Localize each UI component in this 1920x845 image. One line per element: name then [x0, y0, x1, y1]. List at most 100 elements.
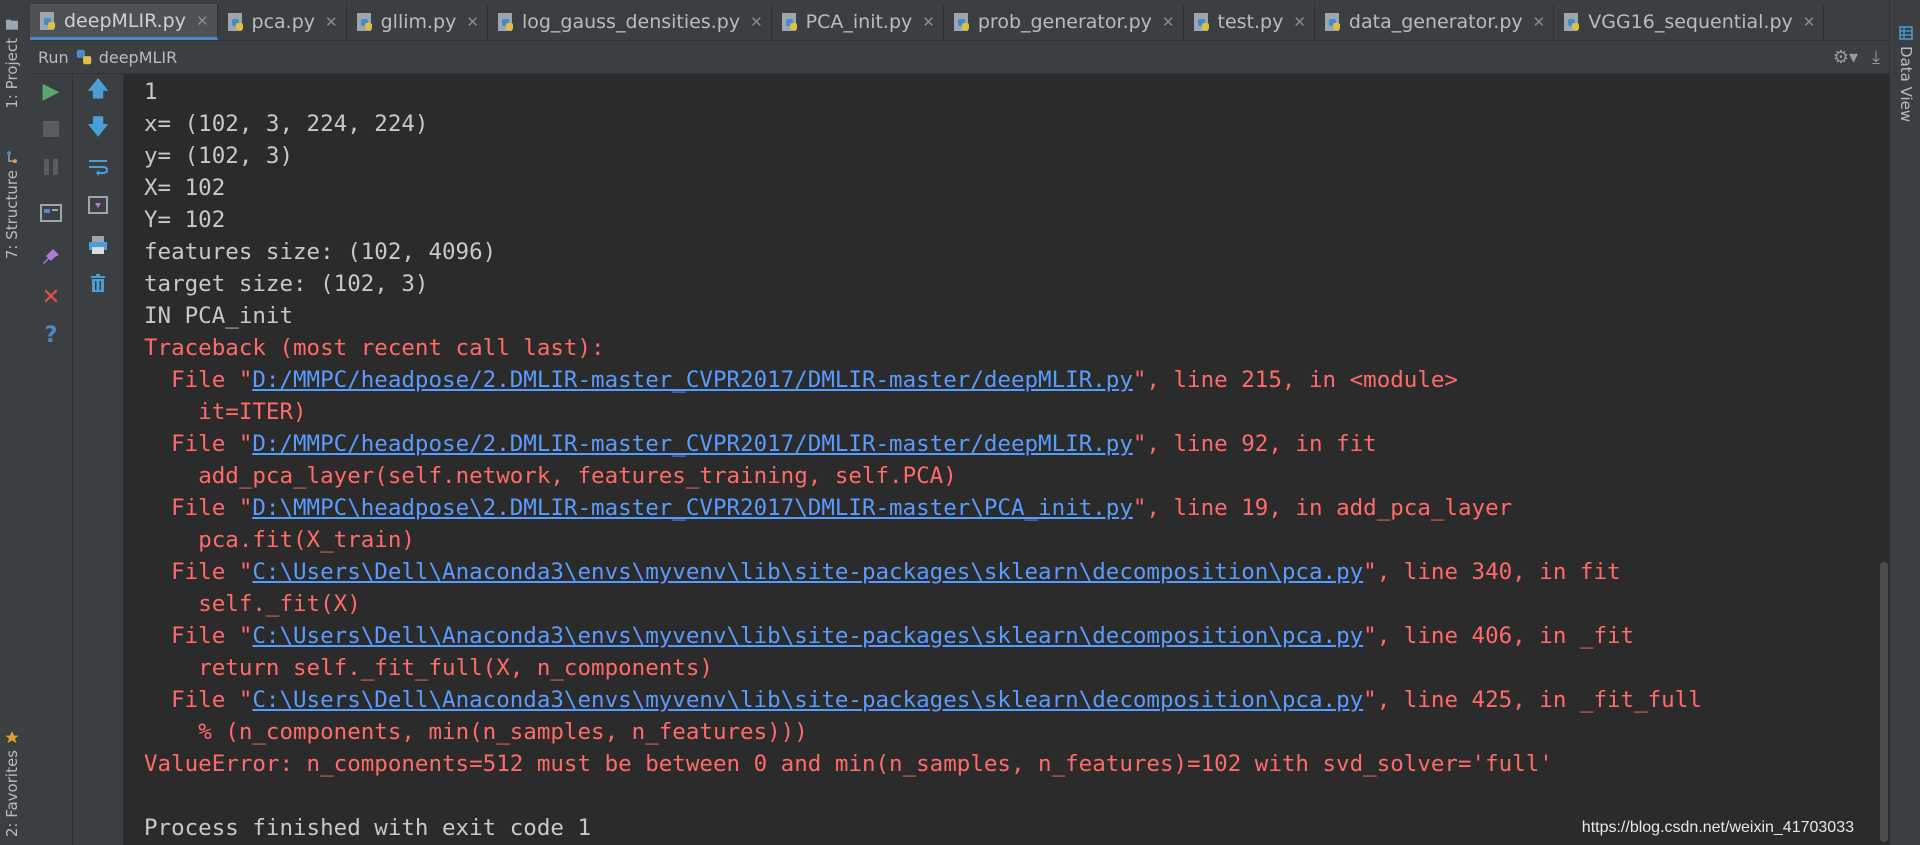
editor-tab-label: PCA_init.py — [805, 11, 913, 33]
close-tab-icon[interactable]: ✕ — [196, 12, 209, 30]
editor-tab[interactable]: test.py ✕ — [1184, 4, 1315, 40]
close-tab-icon[interactable]: ✕ — [466, 13, 479, 31]
editor-tab[interactable]: VGG16_sequential.py ✕ — [1554, 4, 1825, 40]
rerun-play-icon[interactable]: ▶ — [36, 76, 66, 106]
close-tab-icon[interactable]: ✕ — [1162, 13, 1175, 31]
file-prefix: File " — [144, 431, 253, 457]
console-line: IN PCA_init — [144, 303, 294, 329]
file-path-link[interactable]: D:/MMPC/headpose/2.DMLIR-master_CVPR2017… — [252, 431, 1133, 457]
structure-tool-label: 7: Structure — [3, 170, 21, 260]
python-icon — [76, 49, 91, 65]
close-tab-icon[interactable]: ✕ — [325, 13, 338, 31]
project-tool-label: 1: Project — [3, 38, 21, 109]
traceback-code: return self._fit_full(X, n_components) — [144, 652, 1702, 684]
pin-tab-icon[interactable] — [36, 242, 66, 272]
file-path-link[interactable]: C:\Users\Dell\Anaconda3\envs\myvenv\lib\… — [252, 687, 1363, 713]
close-tab-icon[interactable]: ✕ — [1533, 13, 1546, 31]
console-line: y= (102, 3) — [144, 143, 294, 169]
project-tool-tab[interactable]: 1: Project — [3, 18, 21, 109]
stop-icon[interactable] — [36, 114, 66, 144]
editor-tab-label: data_generator.py — [1348, 11, 1523, 33]
editor-tab-bar: deepMLIR.py ✕ pca.py ✕ gllim.py ✕ log_gauss_de… — [30, 0, 1890, 41]
run-tool-header: Run deepMLIR ⚙▾ ⤓ — [30, 41, 1890, 74]
scrollbar-thumb[interactable] — [1880, 562, 1888, 842]
run-label: Run — [38, 47, 69, 67]
editor-tab-label: deepMLIR.py — [64, 9, 186, 32]
editor-tab-label: pca.py — [251, 11, 316, 33]
console-line: target size: (102, 3) — [144, 271, 429, 297]
console-line: x= (102, 3, 224, 224) — [144, 111, 429, 137]
editor-tab[interactable]: gllim.py ✕ — [347, 4, 488, 40]
editor-tab-label: log_gauss_densities.py — [521, 11, 741, 33]
right-tool-strip: Data View — [1889, 0, 1920, 845]
editor-tab-label: gllim.py — [380, 11, 457, 33]
scroll-down-icon[interactable]: 🡇 — [83, 114, 113, 144]
console-line: 1 — [144, 79, 158, 105]
favorites-tool-tab[interactable]: 2: Favorites — [3, 730, 21, 837]
python-file-icon — [40, 11, 55, 30]
traceback-header: Traceback (most recent call last): — [144, 335, 605, 361]
editor-tab[interactable]: log_gauss_densities.py ✕ — [488, 4, 772, 40]
code-text: self._fit(X) — [198, 591, 361, 617]
traceback-frame: File "C:\Users\Dell\Anaconda3\envs\myven… — [144, 684, 1702, 716]
close-tab-icon[interactable]: ✕ — [922, 13, 935, 31]
editor-tab-label: test.py — [1217, 11, 1284, 33]
python-file-icon — [1193, 13, 1209, 31]
run-toolbar-primary: ▶ ✕ ? — [30, 74, 73, 845]
traceback-frame: File "C:\Users\Dell\Anaconda3\envs\myven… — [144, 556, 1702, 588]
print-icon[interactable] — [83, 230, 113, 260]
editor-tab[interactable]: data_generator.py ✕ — [1315, 4, 1555, 40]
python-file-icon — [497, 13, 513, 31]
help-icon[interactable]: ? — [36, 320, 66, 350]
close-tab-icon[interactable]: ✕ — [1293, 13, 1306, 31]
run-console[interactable]: 1 x= (102, 3, 224, 224) y= (102, 3) X= 102 Y… — [124, 74, 1890, 845]
file-path-link[interactable]: C:\Users\Dell\Anaconda3\envs\myvenv\lib\… — [252, 559, 1363, 585]
editor-tab[interactable]: PCA_init.py ✕ — [772, 4, 944, 40]
folder-icon — [6, 20, 18, 30]
frame-location: ", line 19, in add_pca_layer — [1132, 495, 1513, 521]
error-message: ValueError: n_components=512 must be bet… — [144, 751, 1553, 777]
traceback-code: it=ITER) — [144, 396, 1702, 428]
python-file-icon — [953, 13, 969, 31]
run-toolbar-secondary: 🡅 🡇 — [73, 74, 124, 845]
console-scrollbar[interactable] — [1876, 74, 1890, 845]
close-tab-icon[interactable]: ✕ — [750, 13, 763, 31]
settings-gear-icon[interactable]: ⚙▾ — [1833, 47, 1858, 68]
traceback-code: add_pca_layer(self.network, features_tra… — [144, 460, 1702, 492]
file-prefix: File " — [144, 495, 253, 521]
console-line: Y= 102 — [144, 207, 226, 233]
exit-status: Process finished with exit code 1 — [144, 815, 592, 841]
soft-wrap-icon[interactable] — [83, 152, 113, 182]
code-text: it=ITER) — [198, 399, 307, 425]
structure-tool-tab[interactable]: 7: Structure — [3, 150, 21, 259]
frame-location: ", line 340, in fit — [1363, 559, 1621, 585]
close-tab-icon[interactable]: ✕ — [1803, 13, 1816, 31]
data-view-tool-tab[interactable]: Data View — [1897, 26, 1915, 122]
editor-tab[interactable]: pca.py ✕ — [218, 4, 347, 40]
file-path-link[interactable]: D:\MMPC\headpose\2.DMLIR-master_CVPR2017… — [252, 495, 1133, 521]
editor-tab[interactable]: prob_generator.py ✕ — [944, 4, 1184, 40]
watermark-text: https://blog.csdn.net/weixin_41703033 — [1581, 819, 1854, 836]
clear-trash-icon[interactable] — [83, 268, 113, 298]
file-prefix: File " — [144, 623, 253, 649]
hide-panel-icon[interactable]: ⤓ — [1872, 47, 1880, 68]
pause-icon[interactable] — [36, 152, 66, 182]
file-path-link[interactable]: D:/MMPC/headpose/2.DMLIR-master_CVPR2017… — [252, 367, 1133, 393]
editor-tab[interactable]: deepMLIR.py ✕ — [30, 4, 218, 40]
traceback-code: % (n_components, min(n_samples, n_featur… — [144, 716, 1702, 748]
close-run-icon[interactable]: ✕ — [36, 282, 66, 312]
python-file-icon — [356, 13, 372, 31]
favorites-tool-label: 2: Favorites — [3, 750, 21, 838]
dump-threads-icon[interactable] — [36, 198, 66, 228]
scroll-to-end-icon[interactable] — [83, 190, 113, 220]
file-prefix: File " — [144, 559, 253, 585]
traceback-code: self._fit(X) — [144, 588, 1702, 620]
file-path-link[interactable]: C:\Users\Dell\Anaconda3\envs\myvenv\lib\… — [252, 623, 1363, 649]
scroll-up-icon[interactable]: 🡅 — [83, 76, 113, 106]
traceback-frame: File "D:/MMPC/headpose/2.DMLIR-master_CV… — [144, 364, 1702, 396]
code-text: return self._fit_full(X, n_components) — [198, 655, 713, 681]
